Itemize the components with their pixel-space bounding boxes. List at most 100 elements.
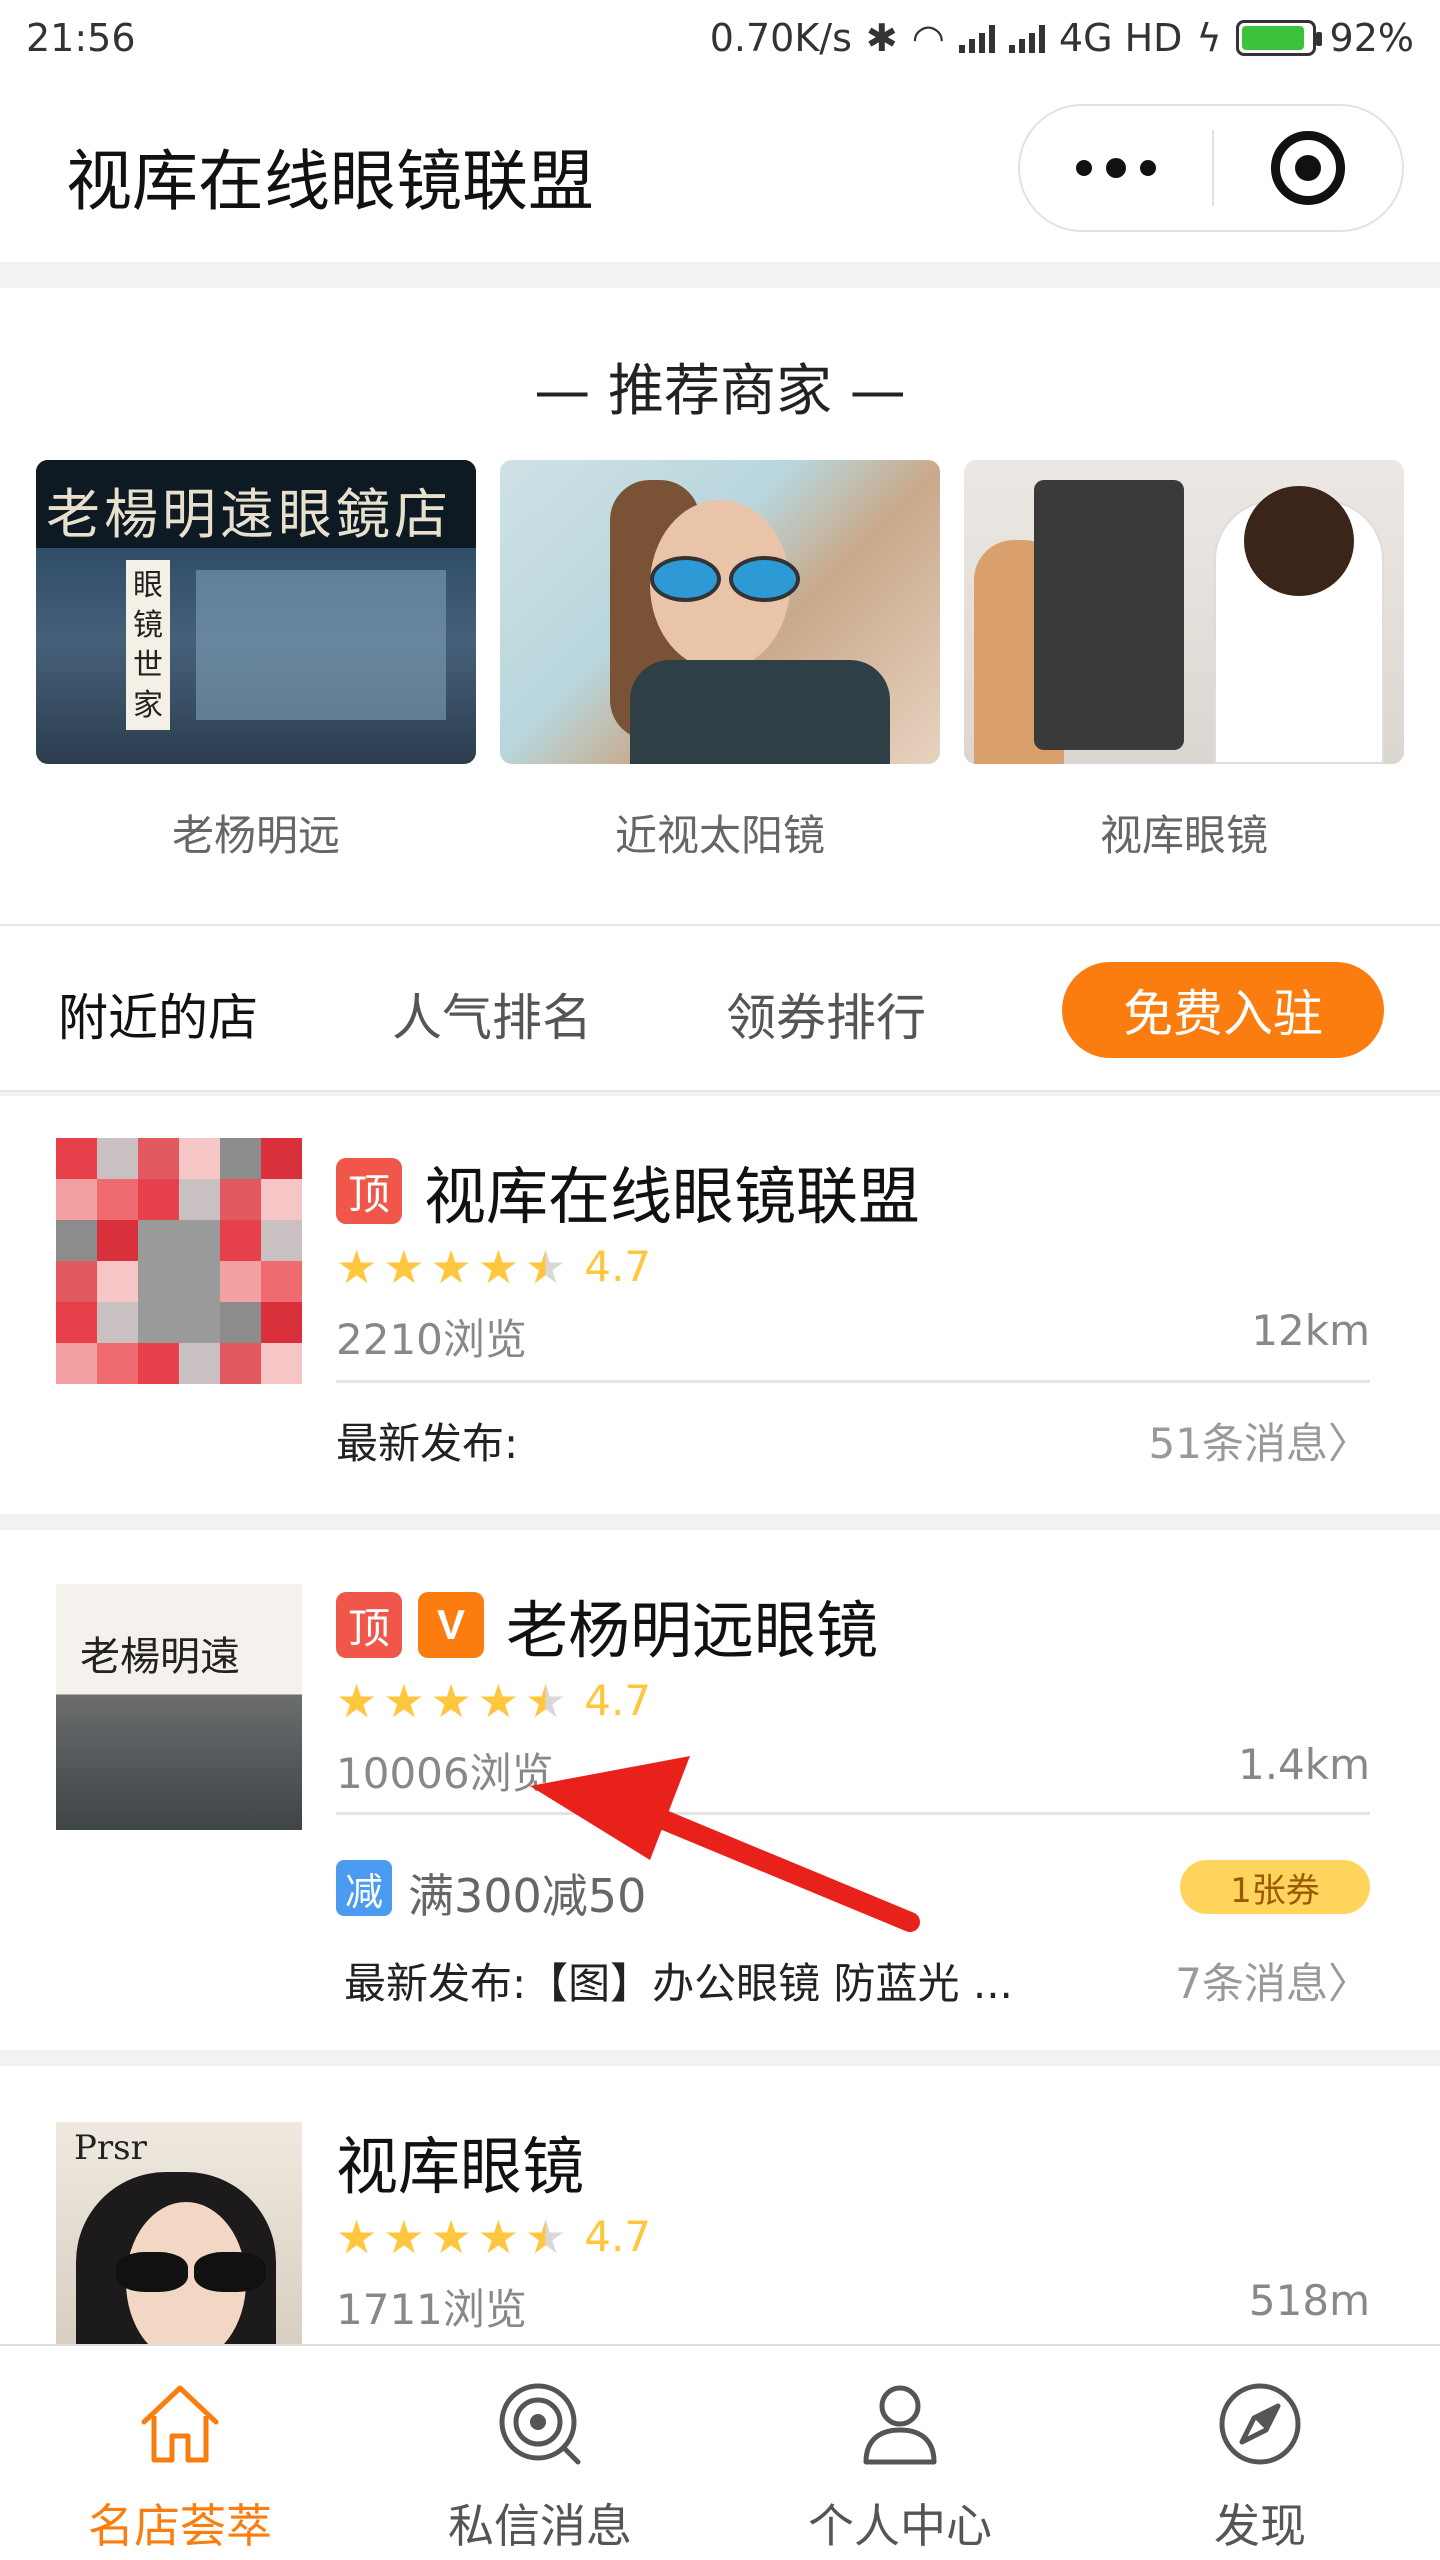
- shop-title-row: 顶 视库在线眼镜联盟: [336, 1146, 920, 1236]
- signal-icon: [958, 23, 995, 53]
- half-star-icon: ★: [525, 2209, 567, 2264]
- message-count: 7条消息: [1175, 1959, 1328, 2008]
- recommend-title: — 推荐商家 —: [534, 359, 906, 424]
- side-sign-text: 眼镜世家: [126, 560, 170, 730]
- star-icon: ★: [477, 1239, 519, 1294]
- recommend-card[interactable]: 老楊明遠眼鏡店 眼镜世家 老杨明远: [36, 460, 476, 863]
- view-count: 2210浏览: [336, 1315, 527, 1364]
- compass-icon: [1219, 2383, 1301, 2465]
- tab-nearby[interactable]: 附近的店: [58, 978, 258, 1050]
- top-badge: 顶: [336, 1158, 402, 1224]
- rating-value: 4.7: [584, 2212, 652, 2261]
- divider: [336, 1380, 1370, 1383]
- tab-label: 个人中心: [808, 2499, 992, 2553]
- view-count: 10006浏览: [336, 1749, 554, 1798]
- star-icon: ★: [477, 2209, 519, 2264]
- star-icon: ★: [383, 2209, 425, 2264]
- shop-name: 视库在线眼镜联盟: [424, 1160, 921, 1233]
- latest-post: 最新发布:: [336, 1419, 519, 1468]
- tab-messages[interactable]: 私信消息: [360, 2346, 720, 2560]
- nav-bar: 视库在线眼镜联盟: [0, 76, 1440, 262]
- recommend-name: 近视太阳镜: [614, 811, 825, 860]
- coupon-text: 满300减50: [408, 1869, 647, 1923]
- shop-thumbnail: [56, 1138, 302, 1384]
- message-count-link[interactable]: 7条消息〉: [1175, 1950, 1370, 2011]
- star-icon: ★: [336, 1239, 378, 1294]
- coupon-count-badge[interactable]: 1张券: [1180, 1860, 1370, 1914]
- wifi-icon: ◠: [911, 16, 945, 60]
- discount-tag: 减: [336, 1860, 392, 1916]
- message-count-link[interactable]: 51条消息〉: [1149, 1410, 1370, 1471]
- distance: 12km: [1251, 1306, 1370, 1355]
- rating: ★ ★ ★ ★ ★ 4.7: [336, 2212, 651, 2261]
- shop-name: 老杨明远眼镜: [506, 1594, 879, 1667]
- miniprogram-capsule: [1018, 104, 1404, 232]
- star-icon: ★: [430, 1239, 472, 1294]
- battery-percent: 92%: [1329, 16, 1414, 60]
- star-icon: ★: [336, 2209, 378, 2264]
- signal-icon-2: [1008, 23, 1045, 53]
- eye-exam-image: [964, 460, 1404, 764]
- star-icon: ★: [430, 2209, 472, 2264]
- battery-icon: [1235, 20, 1322, 56]
- thumb-sign-text: 老楊明遠: [80, 1634, 240, 1680]
- distance: 518m: [1248, 2276, 1370, 2325]
- user-icon: [863, 2385, 937, 2465]
- close-miniprogram-button[interactable]: [1214, 106, 1402, 230]
- chevron-right-icon: 〉: [1327, 1959, 1370, 2008]
- shop-title-row: 视库眼镜: [336, 2116, 584, 2206]
- free-join-button[interactable]: 免费入驻: [1062, 962, 1384, 1058]
- message-count: 51条消息: [1148, 1419, 1328, 1468]
- star-icon: ★: [383, 1673, 425, 1728]
- tab-popularity[interactable]: 人气排名: [392, 978, 592, 1050]
- star-icon: ★: [430, 1673, 472, 1728]
- more-button[interactable]: [1020, 106, 1212, 230]
- latest-post: 最新发布:【图】办公眼镜 防蓝光 ...: [344, 1959, 1013, 2008]
- vip-badge: V: [418, 1592, 484, 1658]
- message-target-icon: [499, 2383, 581, 2465]
- rating-value: 4.7: [584, 1242, 652, 1291]
- recommend-section: — 推荐商家 — 老楊明遠眼鏡店 眼镜世家 老杨明远 近视太阳镜 视库眼镜: [0, 288, 1440, 924]
- chevron-right-icon: 〉: [1327, 1419, 1370, 1468]
- tab-label: 私信消息: [448, 2499, 632, 2553]
- star-icon: ★: [477, 1673, 519, 1728]
- sunglasses-model-image: [500, 460, 940, 764]
- divider: [336, 1812, 1370, 1815]
- recommend-card[interactable]: 近视太阳镜: [500, 460, 940, 863]
- recommend-name: 老杨明远: [171, 811, 340, 860]
- shop-thumbnail: 老楊明遠: [56, 1584, 302, 1830]
- shop-front-image: 老楊明遠眼鏡店 眼镜世家: [36, 460, 476, 764]
- status-indicators: 0.70K/s ✱ ◠ 4G HD ϟ 92%: [710, 16, 1414, 60]
- recommend-card[interactable]: 视库眼镜: [964, 460, 1404, 863]
- shop-name: 视库眼镜: [336, 2130, 585, 2203]
- target-close-icon: [1271, 131, 1345, 205]
- top-badge: 顶: [336, 1592, 402, 1658]
- star-icon: ★: [383, 1239, 425, 1294]
- status-bar: 21:56 0.70K/s ✱ ◠ 4G HD ϟ 92%: [0, 0, 1440, 76]
- tab-profile[interactable]: 个人中心: [720, 2346, 1080, 2560]
- tab-label: 发现: [1214, 2499, 1306, 2553]
- bluetooth-icon: ✱: [865, 16, 898, 60]
- home-icon: [141, 2385, 219, 2463]
- recommend-name: 视库眼镜: [1099, 811, 1268, 860]
- half-star-icon: ★: [525, 1239, 567, 1294]
- shop-thumbnail: Prsr: [56, 2122, 302, 2344]
- battery-fill: [1241, 26, 1305, 50]
- thumb-brand-text: Prsr: [74, 2128, 147, 2168]
- star-icon: ★: [336, 1673, 378, 1728]
- tab-label: 名店荟萃: [88, 2499, 272, 2553]
- filter-tabs: 附近的店 人气排名 领券排行 免费入驻: [0, 924, 1440, 1092]
- rating: ★ ★ ★ ★ ★ 4.7: [336, 1242, 651, 1291]
- view-count: 1711浏览: [336, 2285, 527, 2334]
- page-title: 视库在线眼镜联盟: [66, 143, 594, 220]
- tab-home[interactable]: 名店荟萃: [0, 2346, 360, 2560]
- shop-card[interactable]: 老楊明遠 顶 V 老杨明远眼镜 ★ ★ ★ ★ ★ 4.7 10006浏览 1.4km …: [0, 1530, 1440, 2050]
- rating: ★ ★ ★ ★ ★ 4.7: [336, 1676, 651, 1725]
- shop-card[interactable]: Prsr 视库眼镜 ★ ★ ★ ★ ★ 4.7 1711浏览 518m: [0, 2066, 1440, 2344]
- more-dots-icon: [1076, 160, 1092, 176]
- bottom-tab-bar: 名店荟萃 私信消息 个人中心 发现: [0, 2344, 1440, 2560]
- status-time: 21:56: [26, 16, 136, 60]
- tab-coupon-rank[interactable]: 领券排行: [726, 978, 926, 1050]
- tab-discover[interactable]: 发现: [1080, 2346, 1440, 2560]
- shop-card[interactable]: 顶 视库在线眼镜联盟 ★ ★ ★ ★ ★ 4.7 2210浏览 12km 最新发布: 5…: [0, 1096, 1440, 1514]
